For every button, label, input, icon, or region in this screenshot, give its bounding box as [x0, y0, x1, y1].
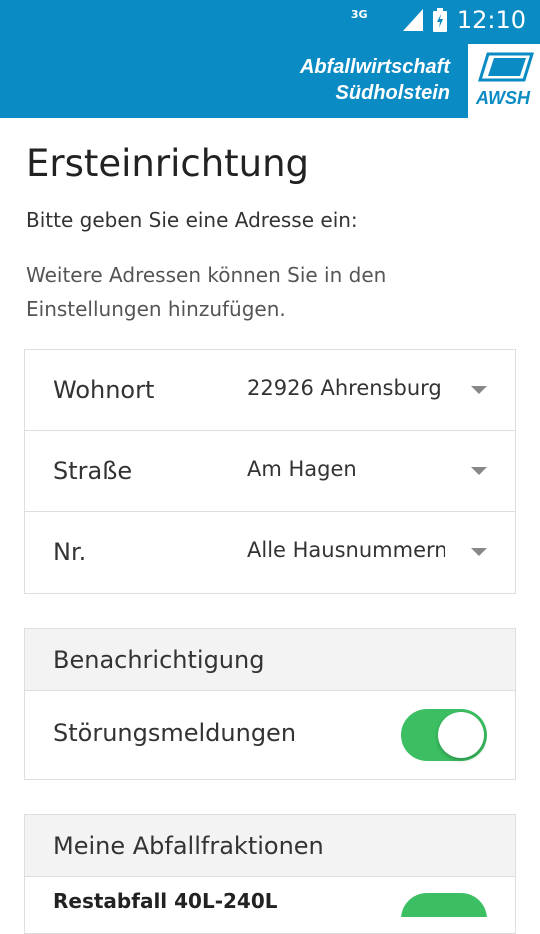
city-label: Wohnort [53, 376, 155, 404]
awsh-logo: AWSH [466, 44, 540, 118]
waste-fractions-heading: Meine Abfallfraktionen [25, 815, 515, 877]
notification-heading-label: Benachrichtigung [53, 646, 265, 674]
waste-fractions-heading-label: Meine Abfallfraktionen [53, 832, 324, 860]
address-card: Wohnort 22926 Ahrensburg Straße Am Hagen… [24, 349, 516, 594]
city-selector[interactable]: Wohnort 22926 Ahrensburg [25, 350, 515, 431]
street-selector[interactable]: Straße Am Hagen [25, 431, 515, 512]
notification-card: Benachrichtigung Störungsmeldungen [24, 628, 516, 780]
outage-notification-toggle[interactable] [401, 709, 487, 761]
svg-text:AWSH: AWSH [475, 88, 531, 108]
waste-fraction-toggle[interactable] [401, 893, 487, 917]
house-number-label: Nr. [53, 538, 87, 566]
waste-fraction-label: Restabfall 40L-240L [53, 889, 278, 913]
street-label: Straße [53, 457, 133, 485]
brand-line-2: Südholstein [335, 82, 450, 104]
clock: 12:10 [456, 6, 526, 34]
house-number-selector[interactable]: Nr. Alle Hausnummern [25, 512, 515, 593]
house-number-value[interactable]: Alle Hausnummern [247, 538, 445, 562]
city-value[interactable]: 22926 Ahrensburg [247, 376, 445, 400]
hint-text: Weitere Adressen können Sie in den Einst… [26, 263, 387, 321]
outage-notification-label: Störungsmeldungen [53, 719, 297, 747]
waste-fraction-row: Restabfall 40L-240L [25, 877, 515, 917]
battery-icon [432, 8, 447, 32]
app-header: Abfallwirtschaft Südholstein AWSH [0, 44, 540, 118]
outage-notification-row: Störungsmeldungen [25, 691, 515, 779]
status-icons: 3G 12:10 [351, 6, 526, 34]
page-title: Ersteinrichtung [26, 142, 310, 185]
network-type: 3G [350, 8, 368, 21]
dropdown-arrow-icon[interactable] [471, 386, 487, 394]
dropdown-arrow-icon[interactable] [471, 548, 487, 556]
waste-fractions-card: Meine Abfallfraktionen Restabfall 40L-24… [24, 814, 516, 934]
status-bar: 3G 12:10 [0, 0, 540, 44]
brand-line-1: Abfallwirtschaft [299, 56, 450, 78]
toggle-knob [438, 712, 484, 758]
signal-icon [402, 9, 423, 31]
brand-name: Abfallwirtschaft Südholstein [300, 54, 450, 106]
intro-text: Bitte geben Sie eine Adresse ein: [26, 208, 358, 232]
notification-heading: Benachrichtigung [25, 629, 515, 691]
dropdown-arrow-icon[interactable] [471, 467, 487, 475]
street-value[interactable]: Am Hagen [247, 457, 445, 481]
